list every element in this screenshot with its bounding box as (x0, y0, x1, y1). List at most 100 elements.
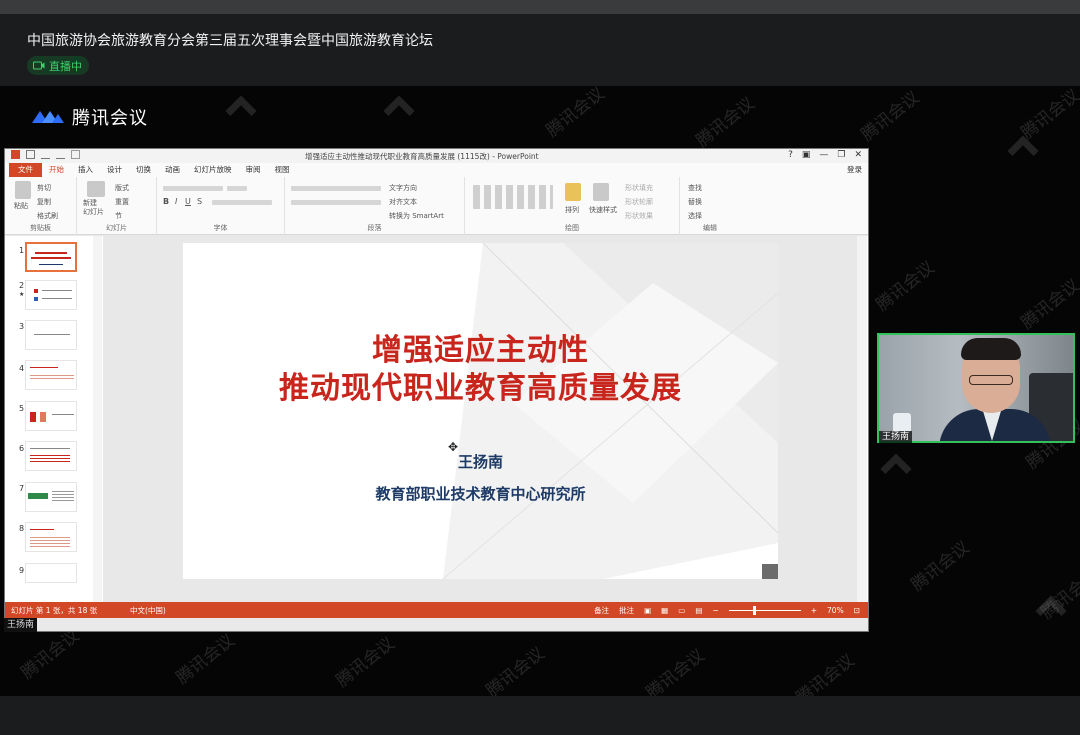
zoom-level[interactable]: 70% (827, 606, 844, 615)
slide-thumbnail[interactable] (25, 441, 77, 471)
slide-thumbnail[interactable] (25, 563, 77, 583)
slide-thumbnail[interactable] (25, 320, 77, 350)
find-button[interactable]: 查找 (688, 183, 702, 193)
minimize-button[interactable]: — (819, 150, 828, 160)
meeting-footer (0, 696, 1080, 735)
tab-design[interactable]: 设计 (100, 163, 129, 177)
paste-button[interactable]: 粘贴 (14, 201, 28, 211)
slide-organization: 教育部职业技术教育中心研究所 (375, 485, 586, 503)
tab-file[interactable]: 文件 (9, 163, 42, 177)
slide-counter: 幻灯片 第 1 张，共 18 张 (11, 606, 98, 615)
zoom-out-button[interactable]: − (712, 606, 718, 615)
slide-thumbnail[interactable] (25, 280, 77, 310)
reading-view-icon[interactable]: ▭ (678, 606, 685, 615)
convert-smartart-button[interactable]: 转换为 SmartArt (389, 211, 444, 221)
select-button[interactable]: 选择 (688, 211, 702, 221)
slide-thumbnail[interactable] (25, 522, 77, 552)
shape-fill-button[interactable]: 形状填充 (625, 183, 653, 193)
redo-icon[interactable] (56, 150, 65, 159)
thumb-line (30, 529, 54, 530)
save-icon[interactable] (26, 150, 35, 159)
font-group-label: 字体 (213, 224, 228, 232)
shapes-gallery[interactable] (473, 185, 553, 209)
login-link[interactable]: 登录 (847, 163, 862, 177)
quick-styles-icon[interactable] (593, 183, 609, 201)
format-painter-button[interactable]: 格式刷 (37, 211, 58, 221)
slide-gray-block (762, 564, 778, 579)
animation-star-icon: ★ (19, 291, 25, 298)
shape-outline-button[interactable]: 形状轮廓 (625, 197, 653, 207)
cut-button[interactable]: 剪切 (37, 183, 51, 193)
shape-effects-button[interactable]: 形状效果 (625, 211, 653, 221)
replace-button[interactable]: 替换 (688, 197, 702, 207)
tab-transitions[interactable]: 切换 (129, 163, 158, 177)
arrange-icon[interactable] (565, 183, 581, 201)
undo-icon[interactable] (41, 150, 50, 159)
start-slideshow-icon[interactable] (71, 150, 80, 159)
new-slide-button[interactable]: 新建 幻灯片 (83, 199, 104, 217)
list-controls[interactable] (291, 186, 381, 191)
editing-group: 查找 替换 选择 编辑 (680, 177, 740, 235)
normal-view-icon[interactable]: ▣ (644, 606, 651, 615)
ribbon-display-button[interactable]: ▣ (802, 150, 811, 160)
slide-thumbnail[interactable] (25, 401, 77, 431)
thumb-mark (28, 493, 48, 499)
underline-icon[interactable]: U (185, 197, 191, 206)
current-slide[interactable]: 增强适应主动性 推动现代职业教育高质量发展 ✥ 王扬南 教育部职业技术教育中心研… (183, 243, 778, 579)
language-indicator[interactable]: 中文(中国) (130, 605, 166, 616)
tab-animations[interactable]: 动画 (158, 163, 187, 177)
powerpoint-icon (11, 150, 20, 159)
font-name-select[interactable] (163, 186, 223, 191)
slides-group-label: 幻灯片 (106, 224, 127, 232)
new-slide-icon[interactable] (87, 181, 105, 197)
live-status-badge[interactable]: 直播中 (27, 56, 89, 75)
zoom-slider[interactable] (728, 606, 801, 615)
slide-vertical-scrollbar[interactable] (857, 236, 867, 602)
tab-view[interactable]: 视图 (268, 163, 297, 177)
comments-button[interactable]: 批注 (619, 605, 634, 616)
drawing-group-label: 绘图 (565, 224, 579, 232)
align-controls[interactable] (291, 200, 381, 205)
thumb-body-line (39, 264, 63, 265)
shared-screen[interactable]: 增强适应主动性推动现代职业教育高质量发展 (1115改) - PowerPoin… (4, 148, 869, 632)
layout-button[interactable]: 版式 (115, 183, 129, 193)
slide-sorter-icon[interactable]: ▦ (661, 606, 668, 615)
text-direction-button[interactable]: 文字方向 (389, 183, 417, 193)
tab-slideshow[interactable]: 幻灯片放映 (187, 163, 239, 177)
arrange-button[interactable]: 排列 (565, 205, 579, 215)
font-size-select[interactable] (227, 186, 247, 191)
tab-insert[interactable]: 插入 (71, 163, 100, 177)
slide-thumbnail[interactable] (25, 482, 77, 512)
tab-home[interactable]: 开始 (42, 163, 71, 177)
italic-icon[interactable]: I (175, 197, 177, 206)
paste-icon[interactable] (15, 181, 31, 199)
tencent-meeting-logo: 腾讯会议 (30, 104, 148, 130)
bold-icon[interactable]: B (163, 197, 169, 206)
clipboard-group-label: 剪贴板 (30, 224, 51, 232)
ribbon-tabs: 文件 开始 插入 设计 切换 动画 幻灯片放映 审阅 视图 登录 (5, 163, 868, 177)
fit-to-window-icon[interactable]: ⊡ (854, 606, 860, 615)
zoom-slider-thumb[interactable] (752, 606, 756, 615)
ppt-document-title: 增强适应主动性推动现代职业教育高质量发展 (1115改) - PowerPoin… (305, 152, 539, 161)
reset-button[interactable]: 重置 (115, 197, 129, 207)
quick-styles-button[interactable]: 快速样式 (589, 205, 617, 215)
font-format-controls[interactable] (212, 200, 272, 205)
restore-button[interactable]: ❐ (837, 150, 845, 160)
tab-review[interactable]: 审阅 (239, 163, 268, 177)
zoom-in-button[interactable]: + (811, 606, 817, 615)
copy-button[interactable]: 复制 (37, 197, 51, 207)
font-group: B I U S 字体 (157, 177, 285, 235)
slide-thumbnail[interactable] (25, 360, 77, 390)
close-button[interactable]: ✕ (854, 150, 862, 160)
section-button[interactable]: 节 (115, 211, 122, 221)
speaker-video-tile[interactable] (877, 333, 1075, 443)
slideshow-view-icon[interactable]: ▤ (695, 606, 702, 615)
strikethrough-icon[interactable]: S (197, 197, 202, 206)
help-button[interactable]: ? (788, 150, 793, 160)
notes-button[interactable]: 备注 (594, 605, 609, 616)
thumbnail-scrollbar[interactable] (93, 236, 102, 602)
thumb-mark (34, 297, 38, 301)
thumb-text-block (52, 491, 74, 501)
slide-thumbnail[interactable] (25, 242, 77, 272)
align-text-button[interactable]: 对齐文本 (389, 197, 417, 207)
